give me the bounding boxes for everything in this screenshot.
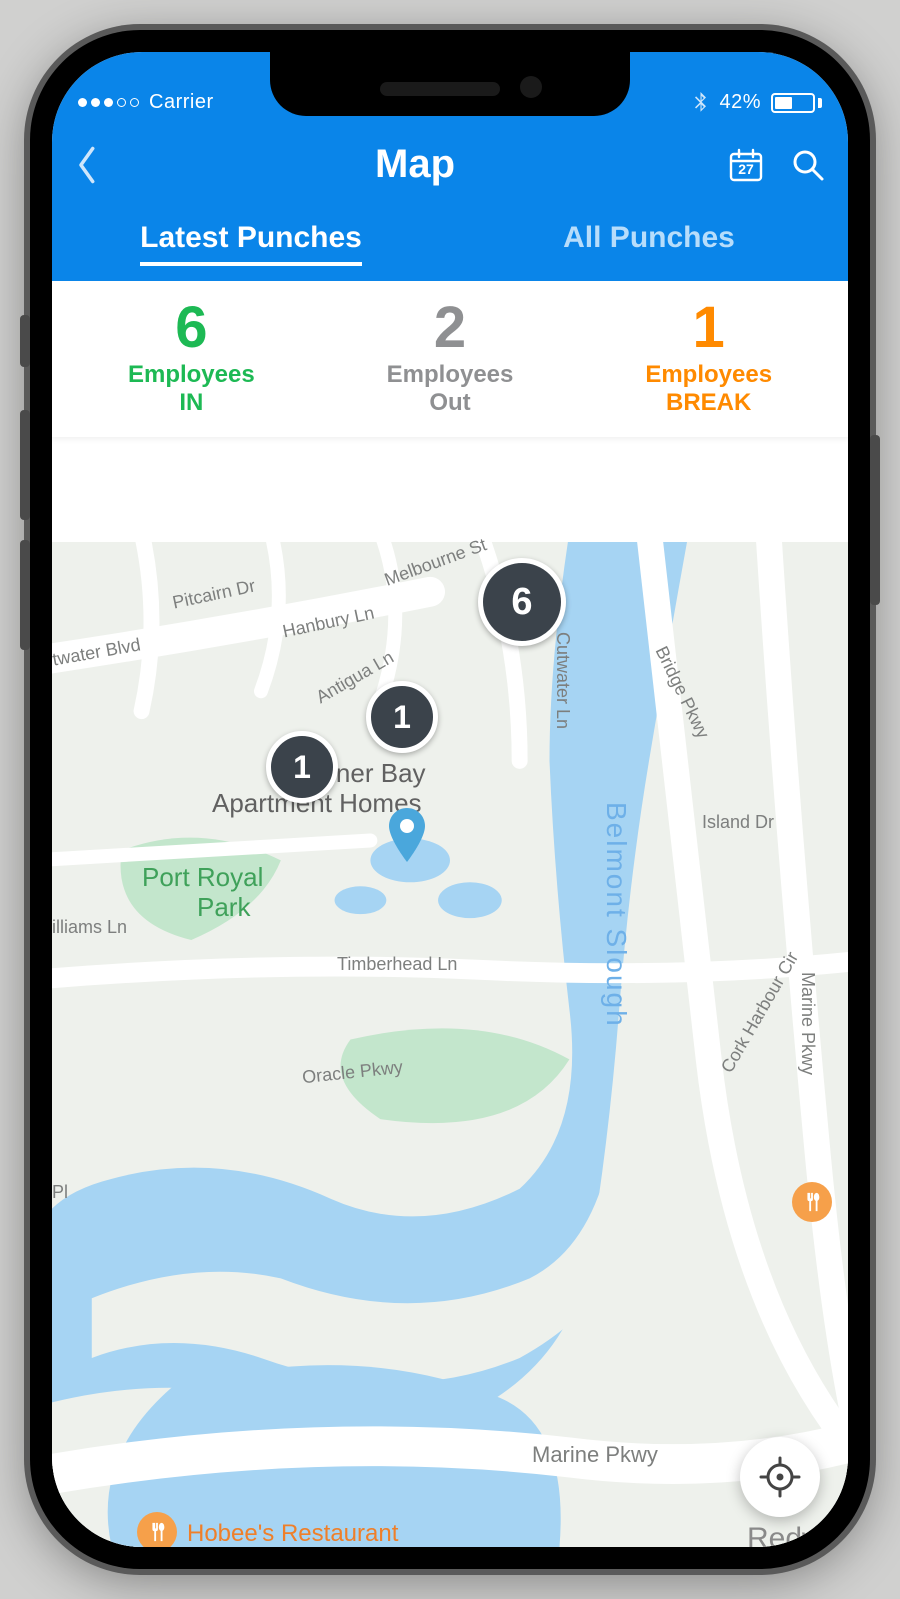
- side-button: [20, 540, 30, 650]
- screen: Carrier 9:41 AM 42% Map: [52, 52, 848, 1547]
- calendar-day: 27: [738, 161, 754, 177]
- map-cluster[interactable]: 1: [266, 731, 338, 803]
- cluster-count: 6: [511, 581, 532, 624]
- page-title: Map: [375, 142, 455, 187]
- battery-icon: [771, 93, 822, 113]
- side-button: [870, 435, 880, 605]
- tab-row: Latest Punches All Punches: [52, 203, 848, 281]
- stat-label: IN: [62, 389, 321, 417]
- map-view[interactable]: Melbourne St Pitcairn Dr Hanbury Ln Anti…: [52, 542, 848, 1547]
- restaurant-poi-icon[interactable]: [137, 1512, 177, 1547]
- stat-count: 1: [579, 299, 838, 357]
- stats-bar: 6 Employees IN 2 Employees Out 1 Employe…: [52, 281, 848, 437]
- stat-count: 6: [62, 299, 321, 357]
- cluster-count: 1: [393, 699, 411, 736]
- nav-actions: 27: [728, 147, 826, 183]
- crosshair-icon: [759, 1456, 801, 1498]
- carrier-label: Carrier: [149, 91, 214, 114]
- bluetooth-icon: [692, 92, 709, 114]
- restaurant-poi-icon[interactable]: [792, 1182, 832, 1222]
- side-button: [20, 410, 30, 520]
- map-canvas: [52, 542, 848, 1547]
- stat-label: Employees: [62, 361, 321, 389]
- stat-label: Employees: [321, 361, 580, 389]
- notch: [270, 52, 630, 116]
- stat-label: Out: [321, 389, 580, 417]
- calendar-button[interactable]: 27: [728, 147, 764, 183]
- cluster-count: 1: [293, 749, 311, 786]
- stat-count: 2: [321, 299, 580, 357]
- phone-frame: Carrier 9:41 AM 42% Map: [30, 30, 870, 1569]
- recenter-button[interactable]: [740, 1437, 820, 1517]
- stat-employees-out[interactable]: 2 Employees Out: [321, 299, 580, 417]
- status-left: Carrier: [78, 91, 214, 114]
- tab-all-punches[interactable]: All Punches: [450, 203, 848, 281]
- stat-employees-break[interactable]: 1 Employees BREAK: [579, 299, 838, 417]
- map-cluster[interactable]: 1: [366, 681, 438, 753]
- nav-bar: Map 27: [52, 124, 848, 203]
- search-button[interactable]: [790, 147, 826, 183]
- battery-percent: 42%: [719, 91, 761, 114]
- back-button[interactable]: [74, 145, 102, 185]
- side-button: [20, 315, 30, 367]
- location-pin-icon[interactable]: [388, 808, 426, 862]
- signal-icon: [78, 98, 139, 107]
- map-cluster[interactable]: 6: [478, 558, 566, 646]
- tab-latest-punches[interactable]: Latest Punches: [52, 203, 450, 281]
- stat-label: Employees: [579, 361, 838, 389]
- status-right: 42%: [692, 91, 822, 114]
- stat-label: BREAK: [579, 389, 838, 417]
- tab-label: Latest Punches: [140, 221, 362, 266]
- stat-employees-in[interactable]: 6 Employees IN: [62, 299, 321, 417]
- tab-label: All Punches: [563, 221, 735, 254]
